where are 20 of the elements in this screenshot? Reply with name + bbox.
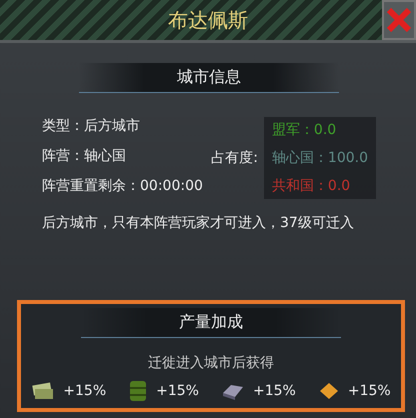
subtitle: 迁徙进入城市后获得 xyxy=(148,354,274,372)
occupancy-label: 占有度: xyxy=(211,149,258,167)
section-heading: 城市信息 xyxy=(79,63,339,93)
faction-text: 轴心国：100.0 xyxy=(272,149,368,167)
bonus-value: +15% xyxy=(63,383,106,399)
bonus-value: +15% xyxy=(253,383,296,399)
faction-text: 共和国：0.0 xyxy=(272,177,352,195)
cash-icon xyxy=(31,381,56,401)
bonus-value: +15% xyxy=(156,383,199,399)
close-button[interactable] xyxy=(382,0,416,40)
info-text: 类型：后方城市 xyxy=(42,117,141,135)
info-text: 阵营重置剩余：00:00:00 xyxy=(42,177,203,195)
gem-icon xyxy=(318,381,340,401)
bonus-value: +15% xyxy=(348,383,391,399)
window-title: 布达佩斯 xyxy=(168,6,248,34)
info-text: 阵营：轴心国 xyxy=(42,147,127,165)
section-heading: 产量加成 xyxy=(81,308,341,338)
barrel-icon xyxy=(128,380,148,402)
faction-text: 盟军：0.0 xyxy=(272,121,338,139)
description: 后方城市，只有本阵营玩家才可进入，37级可迁入 xyxy=(42,214,355,233)
